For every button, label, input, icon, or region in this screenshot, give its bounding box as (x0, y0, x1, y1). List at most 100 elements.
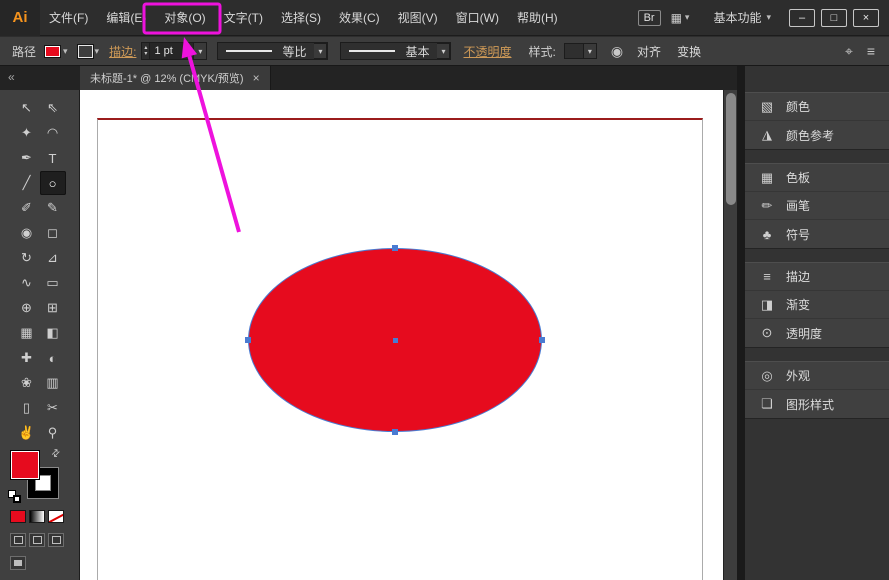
menu-object[interactable]: 对象(O) (155, 0, 214, 36)
menu-edit[interactable]: 编辑(E) (97, 0, 155, 36)
artboard-tool[interactable]: ▯ (14, 396, 40, 420)
scrollbar-thumb[interactable] (726, 93, 736, 205)
menu-file[interactable]: 文件(F) (40, 0, 97, 36)
minimize-button[interactable]: – (789, 9, 815, 27)
grid-icon: ▦ (671, 11, 682, 25)
slice-tool[interactable]: ✂ (40, 396, 66, 420)
anchor-right[interactable] (539, 337, 545, 343)
eraser-tool[interactable]: ◻ (40, 221, 66, 245)
canvas[interactable] (80, 90, 723, 580)
globe-icon[interactable]: ◉ (611, 43, 623, 60)
panel-label: 颜色 (786, 98, 810, 115)
lasso-tool[interactable]: ◠ (40, 121, 66, 145)
menu-view[interactable]: 视图(V) (389, 0, 447, 36)
default-fill-stroke-icon[interactable] (8, 490, 24, 504)
menu-type[interactable]: 文字(T) (215, 0, 272, 36)
panel-button-color-guide[interactable]: ◮ 颜色参考 (745, 121, 889, 149)
stroke-panel-link[interactable]: 描边: (109, 43, 136, 60)
mesh-tool[interactable]: ▦ (14, 321, 40, 345)
shape-builder-tool[interactable]: ⊕ (14, 296, 40, 320)
draw-behind-button[interactable] (29, 533, 45, 547)
stepper-down-icon[interactable]: ▾ (144, 51, 147, 57)
panel-button-swatches[interactable]: ▦ 色板 (745, 164, 889, 192)
paintbrush-tool[interactable]: ✐ (14, 196, 40, 220)
stroke-width-input[interactable] (150, 42, 194, 60)
gradient-button[interactable] (29, 510, 45, 523)
restore-button[interactable]: □ (821, 9, 847, 27)
stroke-swatch[interactable] (78, 45, 93, 58)
stepper-arrows[interactable]: ▴ ▾ (141, 42, 150, 60)
magic-wand-tool[interactable]: ✦ (14, 121, 40, 145)
brush-dropdown-button[interactable]: ▾ (437, 43, 450, 59)
panel-button-brushes[interactable]: ✏ 画笔 (745, 192, 889, 220)
type-tool[interactable]: T (40, 146, 66, 170)
panel-button-stroke[interactable]: ≡ 描边 (745, 263, 889, 291)
panel-menu-icon[interactable]: ≡ (867, 43, 875, 59)
hand-tool[interactable]: ✌ (14, 421, 40, 445)
selection-tool[interactable]: ↖ (14, 96, 40, 120)
pen-tool[interactable]: ✒ (14, 146, 40, 170)
scale-tool[interactable]: ⊿ (40, 246, 66, 270)
workspace-switcher[interactable]: 基本功能 ▾ (713, 9, 771, 26)
stroke-width-dropdown-button[interactable]: ▾ (194, 42, 207, 60)
width-tool[interactable]: ∿ (14, 271, 40, 295)
collapse-toolbar-icon[interactable]: « (8, 70, 15, 84)
bridge-button[interactable]: Br (638, 10, 661, 26)
center-point[interactable] (393, 338, 398, 343)
anchor-bottom[interactable] (392, 429, 398, 435)
gradient-tool[interactable]: ◧ (40, 321, 66, 345)
menu-window[interactable]: 窗口(W) (447, 0, 508, 36)
menu-help[interactable]: 帮助(H) (508, 0, 567, 36)
swap-fill-stroke-icon[interactable]: ⇄ (49, 447, 63, 461)
arrange-documents-button[interactable]: ▦ ▾ (671, 11, 690, 25)
crosshair-icon[interactable]: ⌖ (845, 43, 853, 60)
opacity-panel-link[interactable]: 不透明度 (463, 43, 511, 60)
fill-indicator[interactable] (10, 450, 40, 480)
panel-button-transparency[interactable]: ⊙ 透明度 (745, 319, 889, 347)
tab-close-icon[interactable]: × (253, 71, 260, 85)
perspective-grid-tool[interactable]: ⊞ (40, 296, 66, 320)
document-tab[interactable]: 未标题-1* @ 12% (CMYK/预览) × (80, 66, 271, 90)
free-transform-tool[interactable]: ▭ (40, 271, 66, 295)
profile-dropdown-button[interactable]: ▾ (314, 43, 327, 59)
column-graph-tool[interactable]: ▥ (40, 371, 66, 395)
width-profile-dropdown[interactable]: 等比 ▾ (217, 42, 328, 60)
rotate-tool[interactable]: ↻ (14, 246, 40, 270)
panel-button-gradient[interactable]: ◨ 渐变 (745, 291, 889, 319)
fill-color-dropdown[interactable]: ▾ (44, 45, 68, 58)
align-button[interactable]: 对齐 (637, 43, 661, 60)
screen-mode-button[interactable] (10, 556, 26, 570)
line-segment-tool[interactable]: ╱ (14, 171, 40, 195)
zoom-tool[interactable]: ⚲ (40, 421, 66, 445)
brush-definition-dropdown[interactable]: 基本 ▾ (340, 42, 451, 60)
blob-brush-tool[interactable]: ◉ (14, 221, 40, 245)
color-button[interactable] (10, 510, 26, 523)
stroke-color-dropdown[interactable]: ▾ (78, 45, 100, 58)
panel-button-graphic-styles[interactable]: ❏ 图形样式 (745, 390, 889, 418)
pencil-tool[interactable]: ✎ (40, 196, 66, 220)
symbol-sprayer-tool[interactable]: ❀ (14, 371, 40, 395)
panel-button-color[interactable]: ▧ 颜色 (745, 93, 889, 121)
eyedropper-tool[interactable]: ✚ (14, 346, 40, 370)
close-button[interactable]: × (853, 9, 879, 27)
panel-button-appearance[interactable]: ◎ 外观 (745, 362, 889, 390)
style-dropdown-button[interactable]: ▾ (584, 43, 597, 59)
free-transform-tool-icon: ▭ (46, 275, 58, 291)
anchor-left[interactable] (245, 337, 251, 343)
menu-select[interactable]: 选择(S) (272, 0, 330, 36)
fill-swatch[interactable] (44, 45, 61, 58)
panel-button-symbols[interactable]: ♣ 符号 (745, 220, 889, 248)
ellipse-tool[interactable]: ○ (40, 171, 66, 195)
menu-effect[interactable]: 效果(C) (330, 0, 389, 36)
vertical-scrollbar[interactable] (723, 90, 737, 580)
draw-inside-button[interactable] (48, 533, 64, 547)
style-dropdown[interactable]: ▾ (564, 42, 597, 60)
direct-selection-tool[interactable]: ⇖ (40, 96, 66, 120)
app-logo[interactable]: Ai (0, 0, 40, 36)
blend-tool[interactable]: ◐ (40, 346, 66, 370)
transform-button[interactable]: 变换 (677, 43, 701, 60)
anchor-top[interactable] (392, 245, 398, 251)
none-button[interactable] (48, 510, 64, 523)
width-tool-icon: ∿ (21, 275, 32, 291)
draw-normal-button[interactable] (10, 533, 26, 547)
